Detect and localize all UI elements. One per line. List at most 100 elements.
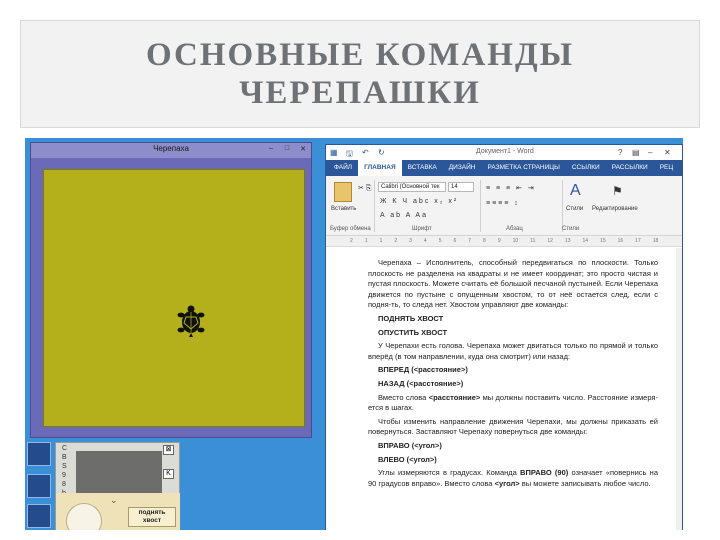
ruler[interactable]: 2 1 1 2 3 4 5 6 7 8 9 10 11 12 13 14 15 … bbox=[326, 236, 682, 247]
command-line: ВЛЕВО (<угол>) bbox=[378, 454, 437, 464]
undo-icon[interactable]: ↶ bbox=[362, 148, 369, 157]
document-page[interactable]: Черепаха – Исполнитель, способный передв… bbox=[326, 248, 682, 530]
group-label-styles: Стили bbox=[562, 226, 580, 232]
ruler-mark: 14 bbox=[582, 238, 589, 244]
group-label-paragraph: Абзац bbox=[506, 226, 523, 232]
text-run: Вместо слова bbox=[378, 392, 429, 402]
styles-icon[interactable]: A bbox=[570, 182, 583, 200]
panel-label: S bbox=[62, 463, 67, 470]
paragraph: Чтобы изменить направление движения Чере… bbox=[368, 416, 658, 437]
ruler-mark: 13 bbox=[564, 238, 571, 244]
paragraph: Вместо слова <расстояние> мы должны пост… bbox=[368, 393, 658, 414]
close-button[interactable]: ✕ bbox=[664, 148, 671, 157]
align-tools[interactable]: ≡≡≡≡ ↕ bbox=[486, 200, 520, 207]
text-run-bold: ВПРАВО (90) bbox=[520, 468, 569, 478]
ruler-mark: 16 bbox=[617, 238, 624, 244]
panel-labels: C B S 9 8 b bbox=[62, 444, 67, 498]
save-icon[interactable]: 🖫 bbox=[346, 148, 353, 162]
font-color-tools[interactable]: A ab A Aa bbox=[380, 212, 428, 219]
window-controls: – □ ✕ bbox=[266, 145, 308, 153]
ruler-mark: 5 bbox=[438, 238, 442, 244]
panel-label: 8 bbox=[62, 481, 66, 488]
tab-file[interactable]: ФАЙЛ bbox=[328, 160, 358, 176]
list-tools[interactable]: ≡ ≡ ≡ ⇤ ⇥ bbox=[486, 184, 536, 192]
word-window[interactable]: ▦ 🖫 ↶ ↻ Документ1 - Word ? ▤ – ✕ ФАЙЛ ГЛ… bbox=[325, 144, 683, 530]
ruler-mark: 7 bbox=[468, 238, 472, 244]
slide-title-box: ОСНОВНЫЕ КОМАНДЫ ЧЕРЕПАШКИ bbox=[20, 20, 700, 128]
word-logo-icon: ▦ bbox=[330, 148, 338, 157]
tab-insert[interactable]: ВСТАВКА bbox=[402, 160, 443, 176]
group-label-clipboard: Буфер обмена bbox=[330, 226, 371, 232]
panel-display bbox=[76, 451, 162, 493]
panel-label: B bbox=[62, 454, 67, 461]
ruler-mark: 15 bbox=[600, 238, 606, 244]
command-line: ВПРАВО (<угол>) bbox=[378, 440, 442, 450]
document-title: Документ1 - Word bbox=[476, 148, 534, 155]
text-run-bold: <расстояние> bbox=[428, 392, 481, 402]
font-format-tools[interactable]: Ж К Ч abc x₂ x² bbox=[380, 198, 458, 205]
chevron-down-icon[interactable]: ⌄ bbox=[110, 495, 118, 506]
raise-tail-button[interactable]: поднять хвост bbox=[128, 507, 176, 527]
paste-icon[interactable] bbox=[334, 182, 352, 202]
tab-layout[interactable]: РАЗМЕТКА СТРАНИЦЫ bbox=[481, 160, 565, 176]
turtle-window-titlebar[interactable]: Черепаха – □ ✕ bbox=[31, 143, 311, 158]
ribbon: Вставить ✂⎘ Calibri (Основной тек 14 Ж К… bbox=[326, 176, 682, 236]
ruler-mark: 18 bbox=[652, 238, 659, 244]
clipboard-tools[interactable]: ✂⎘ bbox=[358, 184, 373, 193]
group-label-font: Шрифт bbox=[412, 226, 432, 232]
tab-review[interactable]: РЕЦ bbox=[654, 160, 679, 176]
find-icon[interactable]: ⚑ bbox=[612, 184, 625, 198]
divider bbox=[562, 180, 563, 232]
close-button[interactable]: ✕ bbox=[298, 145, 308, 153]
ruler-mark: 11 bbox=[530, 238, 536, 244]
tab-design[interactable]: ДИЗАЙН bbox=[443, 160, 482, 176]
ruler-mark: 1 bbox=[379, 238, 383, 244]
turtle-window[interactable]: Черепаха – □ ✕ bbox=[30, 142, 312, 438]
maximize-button[interactable]: □ bbox=[282, 145, 292, 153]
tab-mailings[interactable]: РАССЫЛКИ bbox=[606, 160, 654, 176]
tab-home[interactable]: ГЛАВНАЯ bbox=[358, 160, 402, 176]
panel-label: C bbox=[62, 445, 68, 452]
text-run-bold: <угол> bbox=[494, 478, 520, 488]
ruler-mark: 2 bbox=[394, 238, 398, 244]
paragraph: У Черепахи есть голова. Черепаха может д… bbox=[368, 341, 658, 361]
slide-title-line-1: ОСНОВНЫЕ КОМАНДЫ bbox=[145, 37, 575, 73]
minimize-button[interactable]: – bbox=[266, 145, 276, 153]
document-body[interactable]: Черепаха – Исполнитель, способный передв… bbox=[368, 258, 658, 492]
ruler-mark: 2 bbox=[350, 238, 353, 244]
panel-label: 9 bbox=[62, 472, 66, 479]
redo-icon[interactable]: ↻ bbox=[378, 148, 385, 157]
divider bbox=[374, 180, 375, 232]
ruler-mark: 4 bbox=[423, 238, 427, 244]
panel-k-button[interactable]: K bbox=[163, 469, 174, 479]
ruler-mark: 17 bbox=[635, 238, 641, 244]
paragraph: Черепаха – Исполнитель, способный передв… bbox=[368, 258, 658, 310]
panel-close-button[interactable]: ⊠ bbox=[163, 445, 174, 455]
tab-references[interactable]: ССЫЛКИ bbox=[566, 160, 606, 176]
text-run: вы можете записывать любое число. bbox=[519, 478, 651, 488]
divider bbox=[480, 180, 481, 232]
paste-button[interactable]: Вставить bbox=[331, 206, 356, 212]
minimize-button[interactable]: – bbox=[648, 148, 652, 157]
ruler-mark: 10 bbox=[512, 238, 519, 244]
ruler-mark: 3 bbox=[409, 238, 412, 244]
turtle-control-panel: C B S 9 8 b ⊠ K ⌄ поднять хвост bbox=[55, 442, 180, 530]
font-name-select[interactable]: Calibri (Основной тек bbox=[378, 182, 446, 192]
ribbon-options-icon[interactable]: ▤ bbox=[632, 148, 640, 157]
desktop-shortcut-icon[interactable] bbox=[27, 474, 51, 498]
ruler-mark: 12 bbox=[547, 238, 553, 244]
command-line: НАЗАД (<расстояние>) bbox=[378, 378, 464, 388]
command-line: ОПУСТИТЬ ХВОСТ bbox=[378, 327, 448, 337]
desktop-shortcut-icon[interactable] bbox=[27, 504, 51, 528]
turtle-field[interactable] bbox=[43, 169, 305, 427]
help-icon[interactable]: ? bbox=[618, 148, 622, 157]
ribbon-tabs: ФАЙЛ ГЛАВНАЯ ВСТАВКА ДИЗАЙН РАЗМЕТКА СТР… bbox=[326, 160, 682, 176]
vertical-scrollbar[interactable] bbox=[676, 248, 682, 530]
styles-button[interactable]: Стили bbox=[566, 206, 583, 212]
ruler-mark: 9 bbox=[497, 238, 501, 244]
quick-access-toolbar: ▦ 🖫 ↶ ↻ Документ1 - Word ? ▤ – ✕ bbox=[326, 145, 682, 160]
font-size-select[interactable]: 14 bbox=[448, 182, 474, 192]
ruler-mark: 8 bbox=[483, 238, 486, 244]
editing-button[interactable]: Редактирование bbox=[592, 206, 638, 212]
desktop-shortcut-icon[interactable] bbox=[27, 442, 51, 466]
